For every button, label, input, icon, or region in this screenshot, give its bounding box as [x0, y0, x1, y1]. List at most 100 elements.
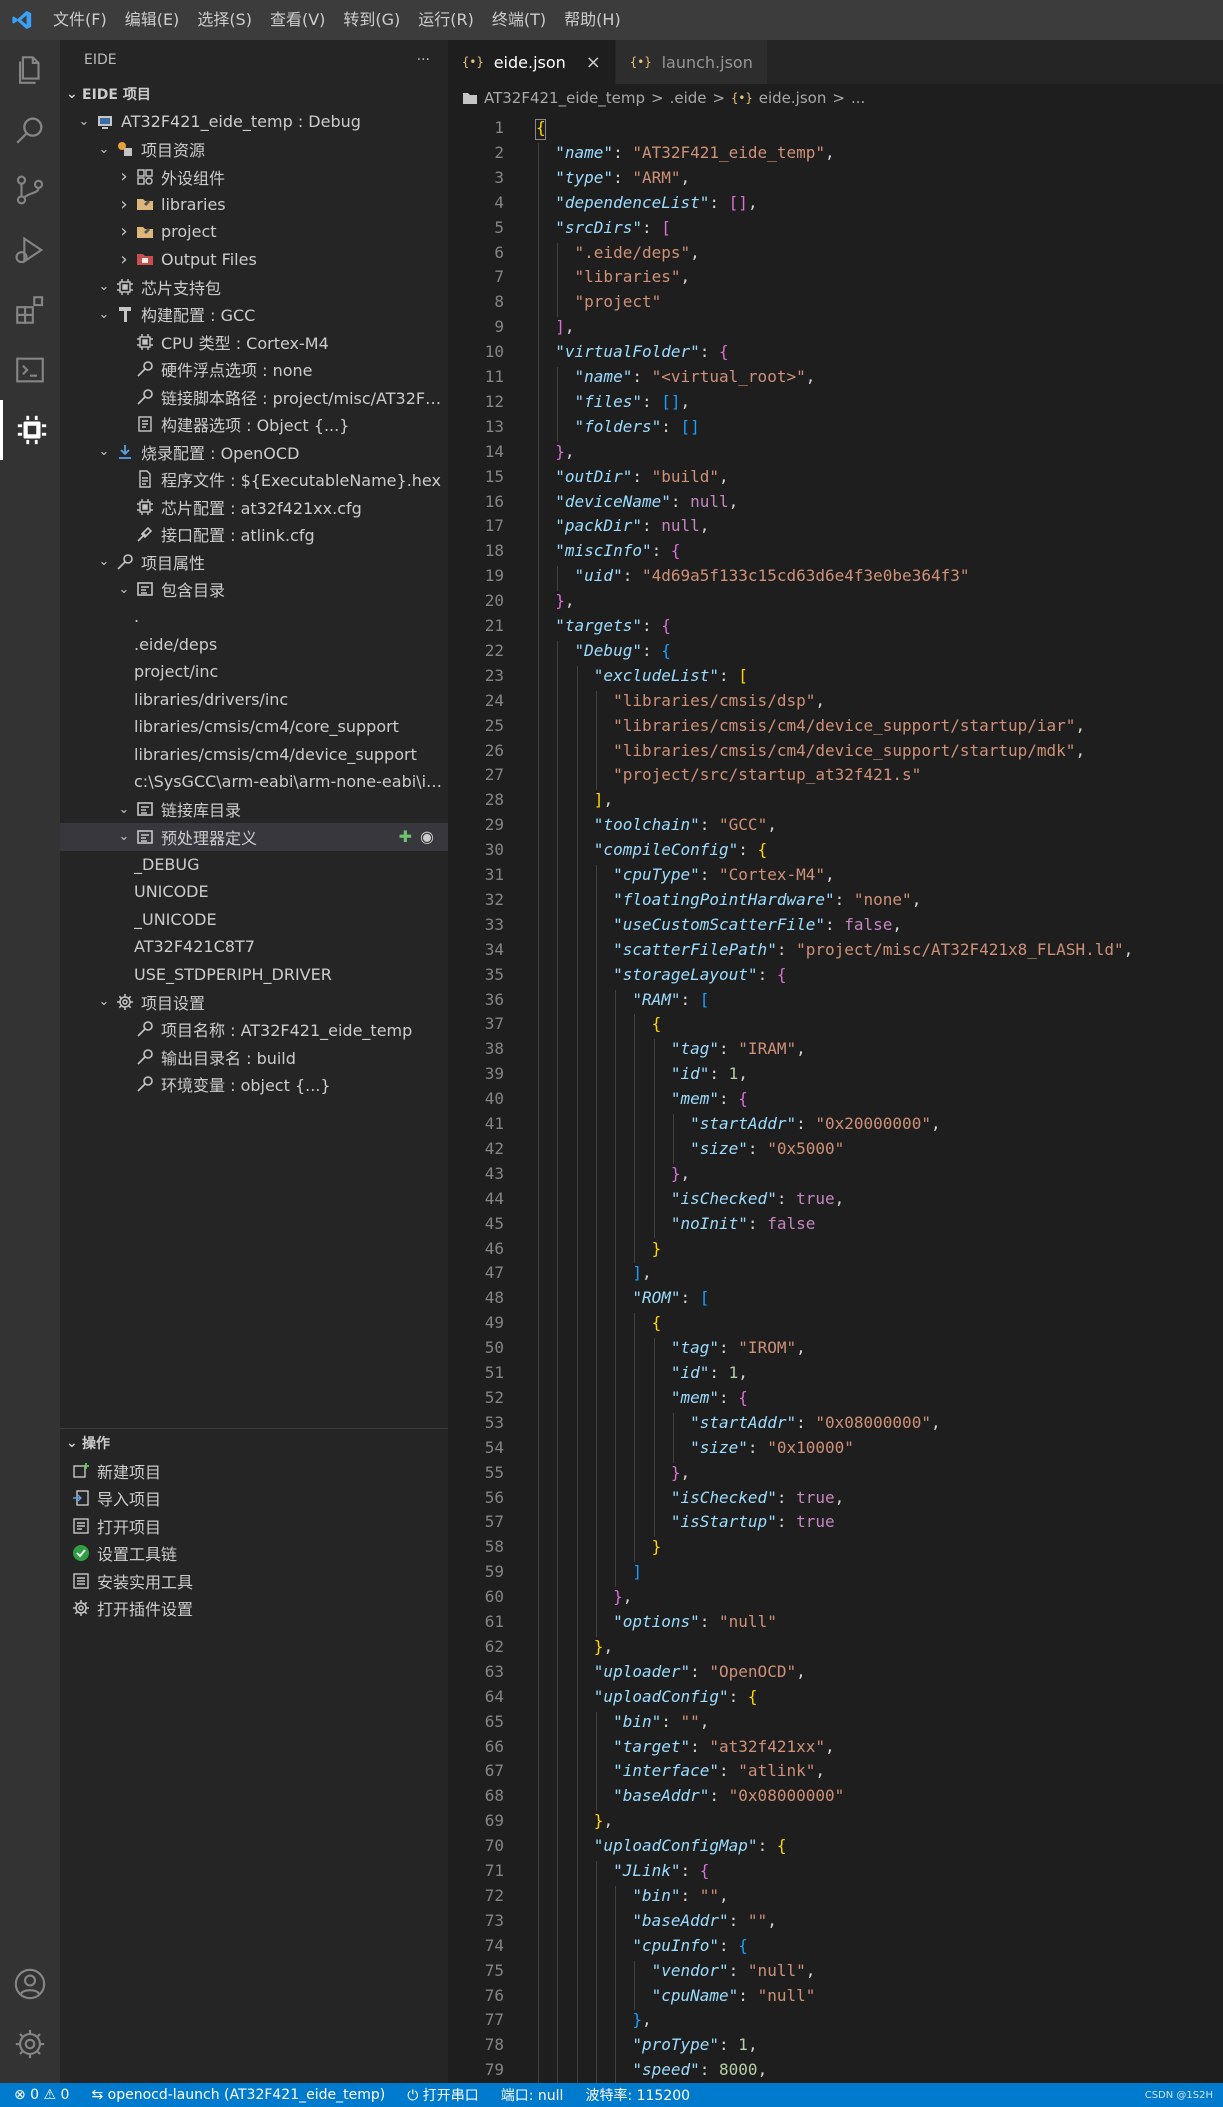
breadcrumb-project[interactable]: AT32F421_eide_temp: [484, 89, 645, 107]
line-number: 3: [494, 167, 504, 187]
chevron-down-icon: ⌄: [66, 86, 78, 102]
manage-gear-icon[interactable]: [0, 2014, 60, 2074]
eide-project-section-header[interactable]: ⌄ EIDE 项目: [60, 80, 448, 108]
line-number: 43: [484, 1163, 504, 1183]
tree-item[interactable]: › Output Files: [60, 246, 448, 274]
line-number: 67: [484, 1761, 504, 1781]
code-line: },: [632, 2010, 652, 2030]
operation-item[interactable]: 导入项目: [60, 1485, 448, 1513]
tree-item[interactable]: 芯片配置 : at32f421xx.cfg: [60, 493, 448, 521]
tree-item[interactable]: 环境变量 : object {...}: [60, 1071, 448, 1099]
operation-item[interactable]: 新建项目: [60, 1457, 448, 1485]
menu-go[interactable]: 转到(G): [334, 0, 409, 40]
menu-file[interactable]: 文件(F): [44, 0, 116, 40]
debug-launch-status[interactable]: ⇆ openocd-launch (AT32F421_eide_temp): [91, 2087, 385, 2103]
menu-help[interactable]: 帮助(H): [555, 0, 630, 40]
close-icon[interactable]: ×: [586, 52, 601, 73]
tree-item[interactable]: c:\SysGCC\arm-eabi\arm-none-eabi\incl...: [60, 768, 448, 796]
tree-item[interactable]: ⌄ AT32F421_eide_temp : Debug: [60, 108, 448, 136]
tree-item[interactable]: 硬件浮点选项 : none: [60, 356, 448, 384]
code-line: "noInit": false: [670, 1213, 816, 1233]
tree-item[interactable]: libraries/cmsis/cm4/device_support: [60, 741, 448, 769]
tree-item[interactable]: AT32F421C8T7: [60, 933, 448, 961]
code-line: "options": "null": [613, 1612, 777, 1631]
tree-item[interactable]: › libraries: [60, 191, 448, 219]
operation-item[interactable]: 安装实用工具: [60, 1567, 448, 1595]
tree-item[interactable]: CPU 类型 : Cortex-M4: [60, 328, 448, 356]
code-editor[interactable]: 1 {2 "name": "AT32F421_eide_temp", 3 "type…: [448, 112, 1223, 2083]
tree-item[interactable]: UNICODE: [60, 878, 448, 906]
menu-terminal[interactable]: 终端(T): [483, 0, 555, 40]
add-icon[interactable]: ✚: [399, 827, 412, 846]
code-line: },: [593, 1636, 614, 1656]
chevron-right-icon: ›: [120, 248, 128, 270]
tree-item[interactable]: project/inc: [60, 658, 448, 686]
breadcrumb-eide-folder[interactable]: .eide: [670, 89, 707, 107]
menu-selection[interactable]: 选择(S): [188, 0, 261, 40]
tree-item[interactable]: 输出目录名 : build: [60, 1043, 448, 1071]
open-serial-button[interactable]: ⏻ 打开串口: [407, 2085, 479, 2105]
chevron-down-icon: ⌄: [66, 1435, 78, 1451]
tree-item[interactable]: ⌄ 预处理器定义 ✚ ◉: [60, 823, 448, 851]
search-icon[interactable]: [0, 100, 60, 160]
extensions-icon[interactable]: [0, 280, 60, 340]
tree-item[interactable]: .eide/deps: [60, 631, 448, 659]
eye-icon[interactable]: ◉: [420, 827, 434, 846]
tab-launch-json[interactable]: {•} launch.json: [615, 40, 768, 84]
tree-item[interactable]: libraries/cmsis/cm4/core_support: [60, 713, 448, 741]
code-line: ".eide/deps",: [574, 242, 700, 262]
port-status[interactable]: 端口: null: [501, 2085, 564, 2105]
tree-item[interactable]: ⌄ 芯片支持包: [60, 273, 448, 301]
menu-edit[interactable]: 编辑(E): [116, 0, 189, 40]
tree-item[interactable]: ⌄ 项目设置: [60, 988, 448, 1016]
tree-item[interactable]: ⌄ 项目资源: [60, 136, 448, 164]
menu-run[interactable]: 运行(R): [409, 0, 483, 40]
menu-bar: 文件(F) 编辑(E) 选择(S) 查看(V) 转到(G) 运行(R) 终端(T…: [44, 0, 630, 40]
baud-rate-status[interactable]: 波特率: 115200: [585, 2085, 690, 2105]
more-actions-button[interactable]: ···: [417, 52, 430, 68]
run-debug-icon[interactable]: [0, 220, 60, 280]
eide-chip-icon[interactable]: [0, 400, 60, 460]
sidebar: EIDE ··· ⌄ EIDE 项目 ⌄ AT32F421_eide_temp :…: [60, 40, 448, 2083]
operation-item[interactable]: 打开项目: [60, 1512, 448, 1540]
tree-item[interactable]: .: [60, 603, 448, 631]
operations-section-header[interactable]: ⌄ 操作: [60, 1429, 448, 1457]
chevron-down-icon: ⌄: [98, 444, 110, 460]
code-line: "isChecked": true,: [670, 1487, 845, 1507]
code-line: "vendor": "null",: [651, 1960, 816, 1980]
code-line: "project/src/startup_at32f421.s": [613, 765, 922, 785]
tree-item[interactable]: _UNICODE: [60, 906, 448, 934]
terminal-icon[interactable]: [0, 340, 60, 400]
tree-item[interactable]: ⌄ 构建配置 : GCC: [60, 301, 448, 329]
explorer-icon[interactable]: [0, 40, 60, 100]
tree-item[interactable]: ⌄ 烧录配置 : OpenOCD: [60, 438, 448, 466]
tree-item[interactable]: 构建器选项 : Object {...}: [60, 411, 448, 439]
line-number: 6: [494, 242, 504, 262]
tree-item[interactable]: 程序文件 : ${ExecutableName}.hex: [60, 466, 448, 494]
tree-item[interactable]: ⌄ 项目属性: [60, 548, 448, 576]
problems-status[interactable]: ⊗ 0 ⚠ 0: [14, 2087, 69, 2103]
indent-guide: [672, 1412, 674, 1463]
tree-item[interactable]: ⌄ 链接库目录: [60, 796, 448, 824]
breadcrumb-file[interactable]: eide.json: [759, 89, 827, 107]
tree-item[interactable]: 链接脚本路径 : project/misc/AT32F42...: [60, 383, 448, 411]
project-tree: ⌄ AT32F421_eide_temp : Debug ⌄ 项目资源 › 外设组件 › li…: [60, 108, 448, 1098]
tree-item[interactable]: _DEBUG: [60, 851, 448, 879]
operation-item[interactable]: 设置工具链: [60, 1540, 448, 1568]
source-control-icon[interactable]: [0, 160, 60, 220]
indent-guide: [672, 1114, 674, 1164]
tree-item[interactable]: › project: [60, 218, 448, 246]
menu-view[interactable]: 查看(V): [261, 0, 334, 40]
tree-item[interactable]: ⌄ 包含目录: [60, 576, 448, 604]
breadcrumb-ellipsis[interactable]: ...: [851, 89, 865, 107]
tree-item[interactable]: 接口配置 : atlink.cfg: [60, 521, 448, 549]
tab-eide-json[interactable]: {•} eide.json ×: [448, 40, 616, 84]
tree-item[interactable]: libraries/drivers/inc: [60, 686, 448, 714]
tree-item[interactable]: 项目名称 : AT32F421_eide_temp: [60, 1016, 448, 1044]
tree-item[interactable]: USE_STDPERIPH_DRIVER: [60, 961, 448, 989]
account-icon[interactable]: [0, 1954, 60, 2014]
tree-item[interactable]: › 外设组件: [60, 163, 448, 191]
operation-item[interactable]: 打开插件设置: [60, 1595, 448, 1623]
json-file-icon: {•}: [462, 55, 484, 69]
code-line: "uploadConfigMap": {: [593, 1836, 787, 1856]
